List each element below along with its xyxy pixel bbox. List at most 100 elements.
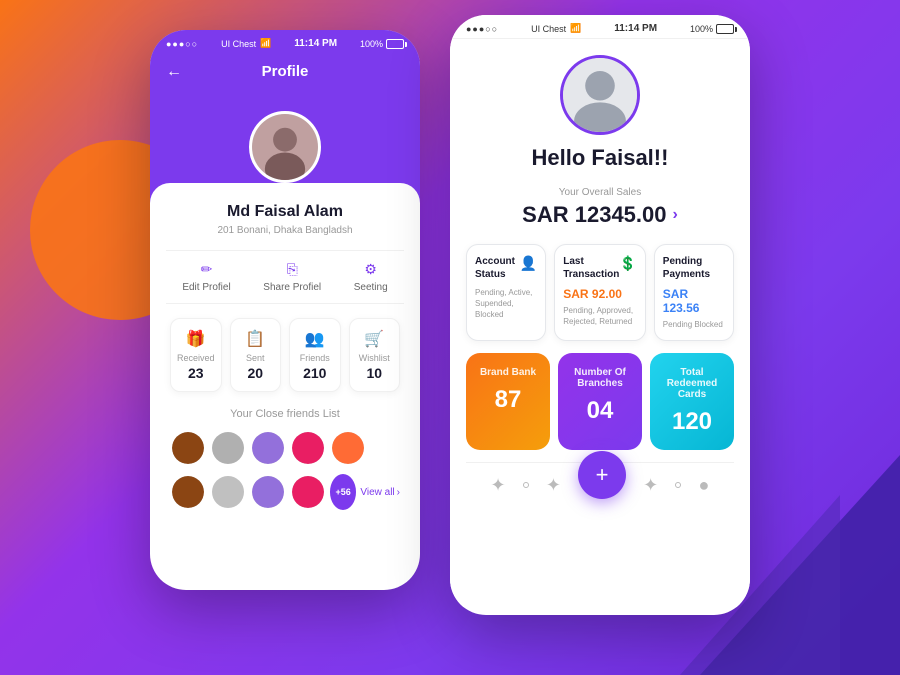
transaction-value: SAR 92.00 [563,287,637,301]
info-card-pending-header: Pending Payments [663,255,725,281]
account-status-sub: Pending, Active, Supended, Blocked [475,287,537,321]
redeemed-value: 120 [660,408,724,436]
wishlist-icon: 🛒 [356,329,393,349]
friend-2 [210,430,246,466]
nav-icon-4[interactable]: ● [698,475,709,496]
sales-label: Your Overall Sales [466,187,734,198]
friends-row-1 [170,430,400,466]
redeemed-label: Total Redeemed Cards [660,367,724,400]
gift-icon: 🎁 [177,329,215,349]
sales-value: SAR 12345.00 [522,202,666,228]
branches-value: 04 [568,397,632,425]
brand-bank-value: 87 [476,386,540,414]
page-title: Profile [262,63,309,80]
profile-address: 201 Bonani, Dhaka Bangladsh [166,225,404,236]
account-status-title: Account Status [475,255,520,281]
battery-icon-right [716,24,734,34]
friend-8 [250,474,286,510]
friend-3 [250,430,286,466]
transaction-title: Last Transaction [563,255,619,281]
action-settings-label: Seeting [354,282,388,293]
friends-row-2: +56 View all › [170,474,400,510]
stat-wishlist-value: 10 [356,365,393,381]
battery-pct-right: 100% [690,24,713,34]
stat-wishlist: 🛒 Wishlist 10 [349,318,400,392]
action-settings[interactable]: ⚙ Seeting [354,261,388,293]
carrier-left: UI Chest [221,39,256,49]
more-badge: +56 [330,474,356,510]
battery-icon-left [386,39,404,49]
bottom-cards: Brand Bank 87 Number Of Branches 04 Tota… [466,353,734,450]
friend-7 [210,474,246,510]
stats-grid: 🎁 Received 23 📋 Sent 20 👥 Friends 210 🛒 … [166,318,404,392]
stat-received: 🎁 Received 23 [170,318,222,392]
right-avatar [560,55,640,135]
info-card-transaction: Last Transaction 💲 SAR 92.00 Pending, Ap… [554,244,646,341]
profile-header: ← Profile [150,53,420,111]
status-bar-left: ●●●○○ UI Chest 📶 11:14 PM 100% [150,30,420,53]
info-card-account-header: Account Status 👤 [475,255,537,281]
friends-title: Your Close friends List [170,408,400,420]
settings-icon: ⚙ [364,261,377,278]
status-bar-right: ●●●○○ UI Chest 📶 11:14 PM 100% [450,15,750,39]
card-brand-bank[interactable]: Brand Bank 87 [466,353,550,450]
action-share[interactable]: ⎘ Share Profiel [263,261,321,293]
left-phone: ●●●○○ UI Chest 📶 11:14 PM 100% ← Profile [150,30,420,590]
profile-name: Md Faisal Alam [166,203,404,221]
friends-section: Your Close friends List +56 View all [166,408,404,510]
back-button[interactable]: ← [166,63,182,81]
nav-dot-1 [523,482,529,488]
stat-wishlist-label: Wishlist [356,353,393,363]
dollar-icon: 💲 [619,255,636,272]
nav-icon-3[interactable]: ✦ [643,475,658,496]
friend-5 [330,430,366,466]
pending-sub: Pending Blocked [663,319,725,330]
sales-arrow-icon[interactable]: › [673,206,678,224]
sales-section: Your Overall Sales SAR 12345.00 › [466,187,734,228]
user-icon: 👤 [520,255,537,272]
profile-actions: ✏ Edit Profiel ⎘ Share Profiel ⚙ Seeting [166,250,404,304]
signal-dots-right: ●●●○○ [466,24,498,34]
stat-friends: 👥 Friends 210 [289,318,340,392]
battery-pct-left: 100% [360,39,383,49]
friend-9 [290,474,326,510]
view-all-button[interactable]: View all › [360,487,400,498]
time-left: 11:14 PM [294,38,337,49]
phones-wrapper: ●●●○○ UI Chest 📶 11:14 PM 100% ← Profile [150,30,750,615]
card-redeemed[interactable]: Total Redeemed Cards 120 [650,353,734,450]
right-content: Hello Faisal!! Your Overall Sales SAR 12… [450,39,750,607]
carrier-right: UI Chest [531,24,566,34]
stat-friends-label: Friends [296,353,333,363]
card-branches[interactable]: Number Of Branches 04 [558,353,642,450]
info-cards: Account Status 👤 Pending, Active, Supend… [466,244,734,341]
nav-dot-2 [675,482,681,488]
pending-value: SAR 123.56 [663,287,725,315]
right-phone: ●●●○○ UI Chest 📶 11:14 PM 100% [450,15,750,615]
view-all-label: View all [360,487,394,498]
transaction-sub: Pending, Approved, Rejected, Returned [563,305,637,327]
action-edit[interactable]: ✏ Edit Profiel [182,261,230,293]
action-edit-label: Edit Profiel [182,282,230,293]
fab-add-button[interactable]: + [578,451,626,499]
stat-sent-value: 20 [237,365,274,381]
nav-icon-1[interactable]: ✦ [491,475,506,496]
stat-sent: 📋 Sent 20 [230,318,281,392]
right-avatar-wrap [466,55,734,135]
friends-icon: 👥 [296,329,333,349]
greeting-text: Hello Faisal!! [466,145,734,171]
branches-label: Number Of Branches [568,367,632,389]
signal-dots: ●●●○○ [166,39,198,49]
friend-1 [170,430,206,466]
wifi-icon-left: 📶 [260,38,271,49]
stat-received-value: 23 [177,365,215,381]
nav-icon-2[interactable]: ✦ [546,475,561,496]
pending-title: Pending Payments [663,255,725,281]
sent-icon: 📋 [237,329,274,349]
info-card-pending: Pending Payments SAR 123.56 Pending Bloc… [654,244,734,341]
avatar [249,111,321,183]
time-right: 11:14 PM [614,23,657,34]
info-card-transaction-header: Last Transaction 💲 [563,255,637,281]
info-card-account: Account Status 👤 Pending, Active, Supend… [466,244,546,341]
stat-sent-label: Sent [237,353,274,363]
brand-bank-label: Brand Bank [476,367,540,378]
